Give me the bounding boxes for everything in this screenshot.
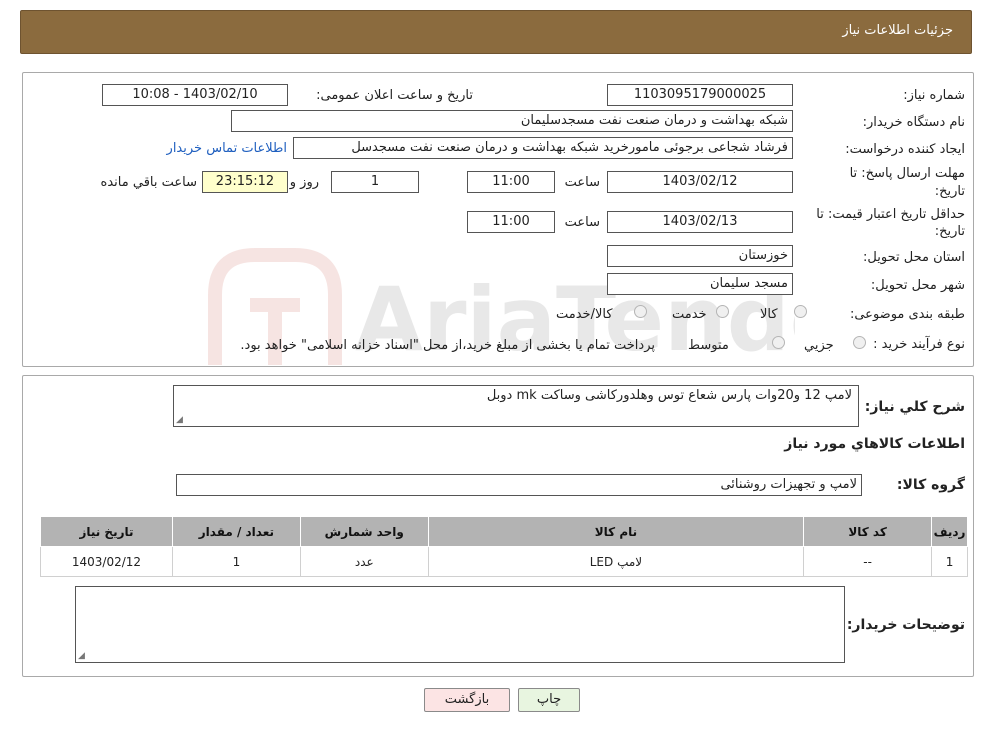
validity-time-field: 11:00 xyxy=(467,211,555,233)
col-need-date: تاریخ نیاز xyxy=(40,516,173,547)
buyer-notes-label: توضیحات خریدار: xyxy=(846,617,965,633)
category-option-goods: کالا xyxy=(760,307,778,322)
col-quantity: تعداد / مقدار xyxy=(171,516,301,547)
page-title: جزئیات اطلاعات نیاز xyxy=(842,23,953,38)
days-label: روز و xyxy=(289,175,319,190)
province-field: خوزستان xyxy=(607,245,793,267)
cell-need-date: 1403/02/12 xyxy=(40,546,173,577)
city-label: شهر محل تحویل: xyxy=(870,278,965,293)
buyer-contact-link[interactable]: اطلاعات تماس خریدار xyxy=(167,141,287,156)
process-label: نوع فرآیند خرید : xyxy=(873,337,965,352)
goods-group-field: لامپ و تجهیزات روشنائی xyxy=(176,474,862,496)
back-button[interactable]: بازگشت xyxy=(424,688,510,712)
print-button[interactable]: چاپ xyxy=(518,688,580,712)
buyer-label: نام دستگاه خریدار: xyxy=(862,115,965,130)
col-row: ردیف xyxy=(931,516,968,547)
category-radio-goods-service[interactable] xyxy=(634,305,647,318)
validity-label-date: تاریخ: xyxy=(934,224,965,239)
creator-label: ایجاد کننده درخواست: xyxy=(845,142,965,157)
validity-time-label: ساعت xyxy=(564,215,600,230)
days-field: 1 xyxy=(331,171,419,193)
category-label: طبقه بندی موضوعی: xyxy=(849,307,965,322)
deadline-date-field: 1403/02/12 xyxy=(607,171,793,193)
validity-date-field: 1403/02/13 xyxy=(607,211,793,233)
col-goods-code: کد کالا xyxy=(803,516,933,547)
resize-grip-icon[interactable]: ◢ xyxy=(78,651,85,661)
cell-row: 1 xyxy=(931,546,968,577)
col-unit: واحد شمارش xyxy=(299,516,429,547)
need-number-field: 1103095179000025 xyxy=(607,84,793,106)
process-treasury-note: پرداخت تمام یا بخشی از مبلغ خرید،از محل … xyxy=(240,338,655,353)
category-radio-service[interactable] xyxy=(716,305,729,318)
deadline-time-label: ساعت xyxy=(564,175,600,190)
category-option-service: خدمت xyxy=(672,307,707,322)
cell-unit: عدد xyxy=(299,546,429,577)
cell-quantity: 1 xyxy=(171,546,301,577)
col-goods-name: نام کالا xyxy=(427,516,805,547)
goods-group-label: گروه کالا: xyxy=(896,477,965,493)
city-field: مسجد سلیمان xyxy=(607,273,793,295)
remaining-time-field: 23:15:12 xyxy=(202,171,288,193)
need-number-label: شماره نیاز: xyxy=(903,88,965,103)
validity-label: حداقل تاریخ اعتبار قیمت: تا xyxy=(816,207,965,222)
goods-table: ردیف کد کالا نام کالا واحد شمارش تعداد /… xyxy=(40,516,968,577)
deadline-label: مهلت ارسال پاسخ: تا xyxy=(849,166,965,181)
table-row: 1 -- لامپ LED عدد 1 1403/02/12 xyxy=(40,546,968,577)
province-label: استان محل تحویل: xyxy=(863,250,965,265)
page-header: جزئیات اطلاعات نیاز xyxy=(20,10,972,54)
category-option-goods-service: کالا/خدمت xyxy=(556,307,613,322)
remaining-label: ساعت باقي مانده xyxy=(100,175,197,190)
process-option-medium: متوسط xyxy=(688,338,729,353)
process-option-minor: جزيي xyxy=(804,338,834,353)
summary-label: شرح کلي نياز: xyxy=(864,399,965,415)
resize-grip-icon[interactable]: ◢ xyxy=(176,415,183,425)
deadline-time-field: 11:00 xyxy=(467,171,555,193)
process-radio-minor[interactable] xyxy=(853,336,866,349)
summary-textarea[interactable]: لامپ 12 و20وات پارس شعاع توس وهلدورکاشی … xyxy=(173,385,859,427)
category-radio-goods[interactable] xyxy=(794,305,807,318)
buyer-field: شبکه بهداشت و درمان صنعت نفت مسجدسلیمان xyxy=(231,110,793,132)
summary-text: لامپ 12 و20وات پارس شعاع توس وهلدورکاشی … xyxy=(486,388,852,403)
goods-table-header: ردیف کد کالا نام کالا واحد شمارش تعداد /… xyxy=(40,516,968,547)
deadline-label-date: تاریخ: xyxy=(934,184,965,199)
announce-datetime-field: 1403/02/10 - 10:08 xyxy=(102,84,288,106)
process-radio-medium[interactable] xyxy=(772,336,785,349)
creator-field: فرشاد شجاعی برجوئی مامورخرید شبکه بهداشت… xyxy=(293,137,793,159)
announce-label: تاریخ و ساعت اعلان عمومی: xyxy=(316,88,473,103)
cell-goods-code: -- xyxy=(803,546,933,577)
goods-info-title: اطلاعات کالاهاي مورد نياز xyxy=(784,436,965,452)
buyer-notes-textarea[interactable]: ◢ xyxy=(75,586,845,663)
cell-goods-name: لامپ LED xyxy=(427,546,805,577)
